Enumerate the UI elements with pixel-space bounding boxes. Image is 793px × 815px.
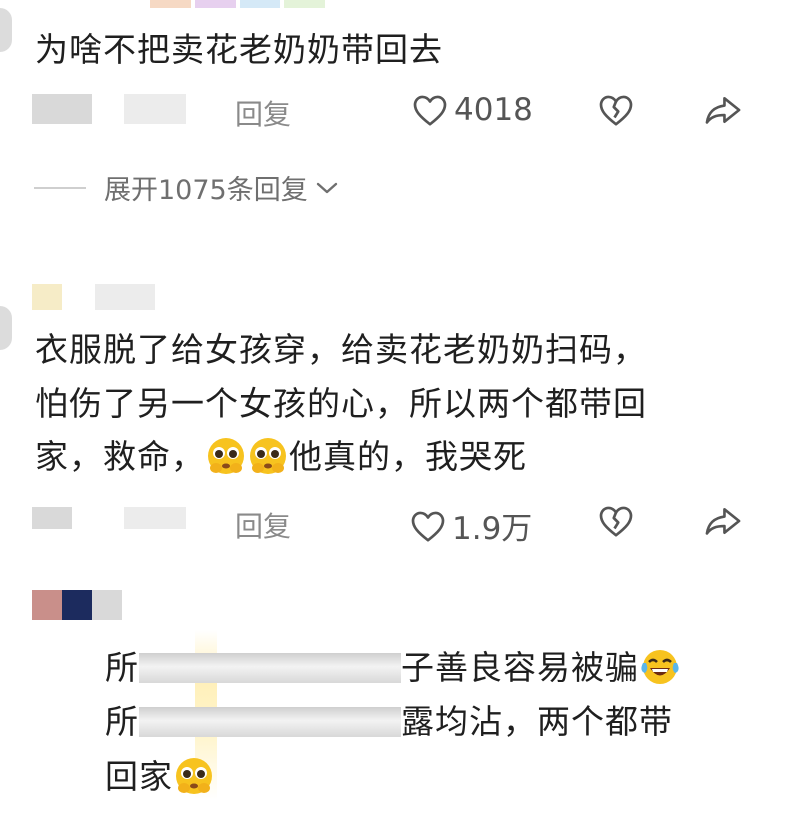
pleading-face-emoji — [176, 758, 212, 794]
reply-text-line-3: 回家 — [105, 752, 215, 802]
username-blurred[interactable] — [32, 507, 72, 529]
laugh-cry-emoji — [641, 650, 679, 684]
reply-button[interactable]: 回复 — [235, 505, 291, 545]
reply-avatar-blurred[interactable] — [32, 590, 122, 620]
username-blurred[interactable] — [32, 94, 92, 124]
username-blurred[interactable] — [32, 284, 62, 310]
comment-text-line-3: 家，救命， 他真的，我哭死 — [35, 432, 527, 482]
reply-text-part: 所 — [105, 648, 139, 687]
comment-text-part: 他真的，我哭死 — [289, 437, 527, 476]
pleading-face-emoji — [208, 438, 244, 474]
like-count: 1.9万 — [452, 511, 533, 547]
heart-icon — [413, 95, 447, 126]
share-button[interactable] — [704, 95, 742, 125]
redacted-text — [139, 707, 401, 737]
dislike-heart-icon — [599, 506, 633, 537]
redacted-text — [139, 653, 401, 683]
heart-icon — [411, 511, 445, 542]
reply-text-part: 所 — [105, 702, 139, 741]
like-button[interactable]: 4018 — [412, 92, 533, 128]
reply-text-line-2: 所 露均沾，两个都带 — [105, 697, 673, 747]
share-button[interactable] — [704, 506, 742, 536]
reply-button[interactable]: 回复 — [235, 93, 291, 133]
share-icon — [705, 96, 741, 124]
dislike-button[interactable] — [598, 93, 634, 127]
avatar[interactable] — [0, 8, 12, 52]
chevron-down-icon — [316, 182, 337, 193]
share-icon — [705, 507, 741, 535]
reply-text-line-1: 所 子善良容易被骗 — [105, 643, 681, 693]
user-badge-blurred — [95, 284, 155, 310]
like-count: 4018 — [454, 92, 533, 128]
comment-text-line-1: 衣服脱了给女孩穿，给卖花老奶奶扫码， — [35, 330, 647, 369]
like-button[interactable]: 1.9万 — [410, 503, 532, 548]
comment-text-part: 家，救命， — [35, 437, 205, 476]
dislike-heart-icon — [599, 95, 633, 126]
pleading-face-emoji — [250, 438, 286, 474]
comment-text: 为啥不把卖花老奶奶带回去 — [35, 30, 443, 69]
expand-replies-label: 展开1075条回复 — [104, 175, 308, 206]
avatar[interactable] — [0, 306, 12, 350]
timestamp-blurred — [124, 507, 186, 529]
reply-text-part: 露均沾，两个都带 — [401, 702, 673, 741]
top-color-strip — [150, 0, 325, 8]
comment-text-line-2: 怕伤了另一个女孩的心，所以两个都带回 — [35, 384, 647, 423]
expand-divider — [34, 186, 86, 189]
reply-text-part: 回家 — [105, 757, 173, 796]
dislike-button[interactable] — [598, 504, 634, 538]
timestamp-blurred — [124, 94, 186, 124]
reply-text-part: 子善良容易被骗 — [401, 648, 639, 687]
expand-replies-button[interactable]: 展开1075条回复 — [34, 168, 340, 207]
